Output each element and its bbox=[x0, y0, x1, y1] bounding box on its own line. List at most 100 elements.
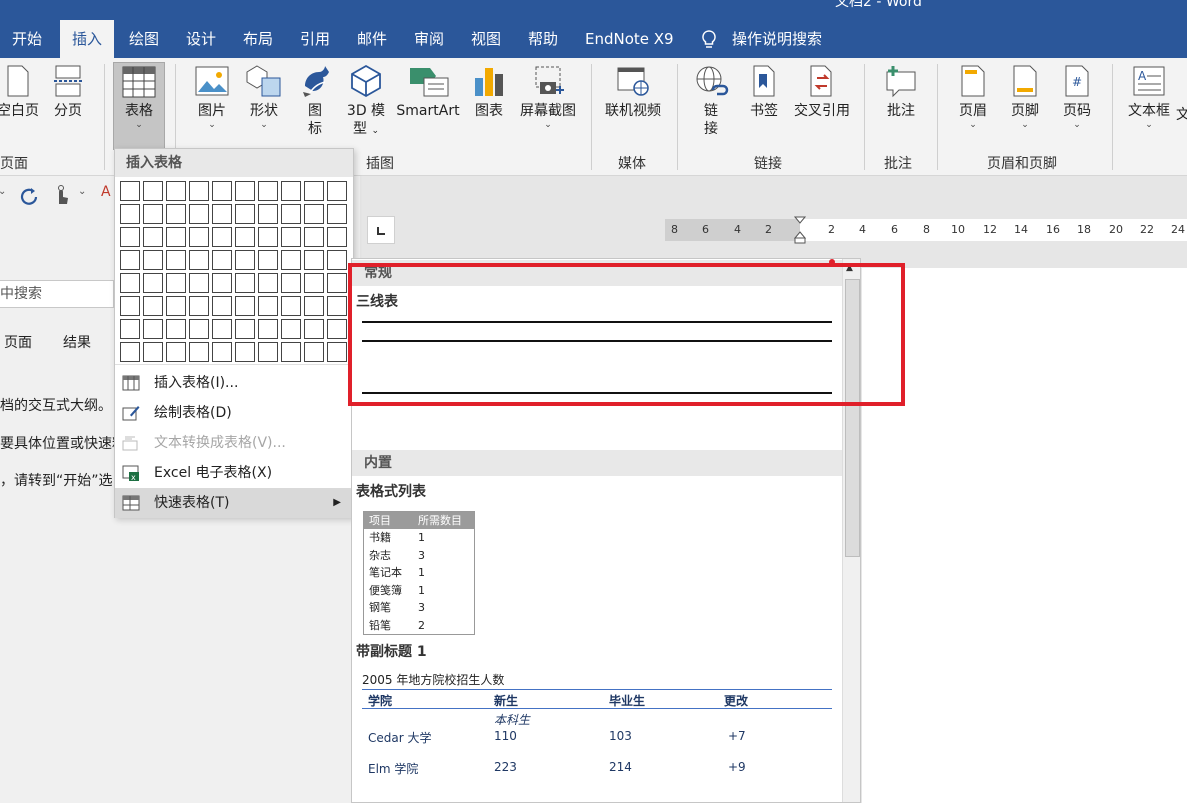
nav-tab-results[interactable]: 结果 bbox=[63, 332, 91, 352]
touch-mode-icon[interactable] bbox=[51, 184, 73, 206]
grid-cell[interactable] bbox=[281, 296, 301, 316]
grid-cell[interactable] bbox=[235, 273, 255, 293]
page-number-button[interactable]: # 页码 ⌄ bbox=[1057, 64, 1097, 131]
grid-cell[interactable] bbox=[166, 250, 186, 270]
with-subheads-preview[interactable]: 2005 年地方院校招生人数 学院 新生 毕业生 更改 本科生 Cedar 大学… bbox=[362, 671, 832, 776]
grid-cell[interactable] bbox=[212, 250, 232, 270]
tab-1[interactable]: 插入 bbox=[60, 20, 115, 58]
grid-cell[interactable] bbox=[143, 227, 163, 247]
grid-cell[interactable] bbox=[235, 204, 255, 224]
blank-page-button[interactable]: 空白页 bbox=[0, 64, 40, 120]
grid-cell[interactable] bbox=[189, 204, 209, 224]
excel-spreadsheet-item[interactable]: x Excel 电子表格(X) bbox=[115, 458, 353, 488]
grid-cell[interactable] bbox=[258, 273, 278, 293]
tab-0[interactable]: 开始 bbox=[0, 20, 54, 58]
redo-icon[interactable] bbox=[19, 186, 39, 206]
grid-cell[interactable] bbox=[304, 204, 324, 224]
grid-cell[interactable] bbox=[189, 250, 209, 270]
grid-cell[interactable] bbox=[189, 181, 209, 201]
grid-cell[interactable] bbox=[166, 181, 186, 201]
grid-cell[interactable] bbox=[166, 319, 186, 339]
document-page[interactable] bbox=[862, 268, 1187, 803]
text-highlight-icon[interactable]: A bbox=[101, 184, 111, 200]
tab-2[interactable]: 绘图 bbox=[117, 20, 171, 58]
grid-cell[interactable] bbox=[212, 342, 232, 362]
grid-cell[interactable] bbox=[281, 227, 301, 247]
grid-cell[interactable] bbox=[166, 273, 186, 293]
tab-6[interactable]: 邮件 bbox=[345, 20, 399, 58]
tab-4[interactable]: 布局 bbox=[231, 20, 285, 58]
grid-cell[interactable] bbox=[258, 181, 278, 201]
tabular-list-preview[interactable]: 项目 所需数目 书籍 1 杂志 3 笔记本 1 便笺簿 1 钢笔 3 铅笔 2 bbox=[363, 511, 475, 635]
grid-cell[interactable] bbox=[166, 342, 186, 362]
grid-cell[interactable] bbox=[212, 319, 232, 339]
link-button[interactable]: 链 接 bbox=[691, 64, 731, 138]
tab-7[interactable]: 审阅 bbox=[402, 20, 456, 58]
tab-10[interactable]: EndNote X9 bbox=[573, 20, 686, 58]
grid-cell[interactable] bbox=[189, 227, 209, 247]
grid-cell[interactable] bbox=[212, 296, 232, 316]
horizontal-ruler[interactable]: 8 6 4 2 2 4 6 8 10 12 14 16 18 20 22 24 bbox=[665, 216, 1187, 244]
shapes-button[interactable]: 形状 ⌄ bbox=[242, 64, 286, 131]
grid-cell[interactable] bbox=[143, 342, 163, 362]
grid-cell[interactable] bbox=[281, 250, 301, 270]
grid-cell[interactable] bbox=[304, 250, 324, 270]
grid-cell[interactable] bbox=[281, 273, 301, 293]
grid-cell[interactable] bbox=[166, 227, 186, 247]
grid-cell[interactable] bbox=[235, 181, 255, 201]
tab-9[interactable]: 帮助 bbox=[516, 20, 570, 58]
grid-cell[interactable] bbox=[189, 273, 209, 293]
grid-cell[interactable] bbox=[304, 296, 324, 316]
grid-cell[interactable] bbox=[304, 319, 324, 339]
picture-button[interactable]: 图片 ⌄ bbox=[190, 64, 234, 131]
grid-cell[interactable] bbox=[258, 319, 278, 339]
grid-cell[interactable] bbox=[327, 319, 347, 339]
grid-cell[interactable] bbox=[258, 296, 278, 316]
grid-cell[interactable] bbox=[120, 273, 140, 293]
grid-cell[interactable] bbox=[235, 296, 255, 316]
insert-table-item[interactable]: 插入表格(I)... bbox=[115, 368, 353, 398]
chart-button[interactable]: 图表 bbox=[470, 64, 508, 120]
grid-cell[interactable] bbox=[235, 319, 255, 339]
chevron-down-icon[interactable]: ⌄ bbox=[0, 186, 6, 197]
grid-cell[interactable] bbox=[212, 227, 232, 247]
grid-cell[interactable] bbox=[281, 319, 301, 339]
grid-cell[interactable] bbox=[143, 273, 163, 293]
grid-cell[interactable] bbox=[120, 181, 140, 201]
grid-cell[interactable] bbox=[143, 296, 163, 316]
grid-cell[interactable] bbox=[143, 250, 163, 270]
grid-cell[interactable] bbox=[327, 296, 347, 316]
grid-cell[interactable] bbox=[212, 181, 232, 201]
online-video-button[interactable]: 联机视频 bbox=[600, 64, 666, 120]
footer-button[interactable]: 页脚 ⌄ bbox=[1005, 64, 1045, 131]
grid-cell[interactable] bbox=[212, 204, 232, 224]
grid-cell[interactable] bbox=[281, 204, 301, 224]
grid-cell[interactable] bbox=[304, 342, 324, 362]
grid-cell[interactable] bbox=[281, 342, 301, 362]
grid-cell[interactable] bbox=[258, 204, 278, 224]
grid-cell[interactable] bbox=[143, 319, 163, 339]
convert-text-to-table-item[interactable]: 文本转换成表格(V)... bbox=[115, 428, 353, 458]
grid-cell[interactable] bbox=[120, 296, 140, 316]
tab-selector[interactable] bbox=[367, 216, 395, 244]
grid-cell[interactable] bbox=[212, 273, 232, 293]
grid-cell[interactable] bbox=[281, 181, 301, 201]
grid-cell[interactable] bbox=[120, 319, 140, 339]
grid-cell[interactable] bbox=[235, 342, 255, 362]
grid-cell[interactable] bbox=[327, 227, 347, 247]
indent-marker-icon[interactable] bbox=[794, 216, 806, 244]
grid-cell[interactable] bbox=[258, 342, 278, 362]
grid-cell[interactable] bbox=[189, 296, 209, 316]
bookmark-button[interactable]: 书签 bbox=[744, 64, 784, 120]
grid-cell[interactable] bbox=[304, 181, 324, 201]
grid-cell[interactable] bbox=[327, 181, 347, 201]
chevron-down-icon[interactable]: ⌄ bbox=[78, 186, 86, 197]
cross-reference-button[interactable]: 交叉引用 bbox=[790, 64, 854, 120]
textbox-button[interactable]: A 文本框 ⌄ bbox=[1123, 64, 1175, 131]
tab-8[interactable]: 视图 bbox=[459, 20, 513, 58]
grid-cell[interactable] bbox=[327, 250, 347, 270]
grid-cell[interactable] bbox=[327, 204, 347, 224]
grid-cell[interactable] bbox=[143, 204, 163, 224]
grid-cell[interactable] bbox=[304, 227, 324, 247]
grid-cell[interactable] bbox=[189, 319, 209, 339]
